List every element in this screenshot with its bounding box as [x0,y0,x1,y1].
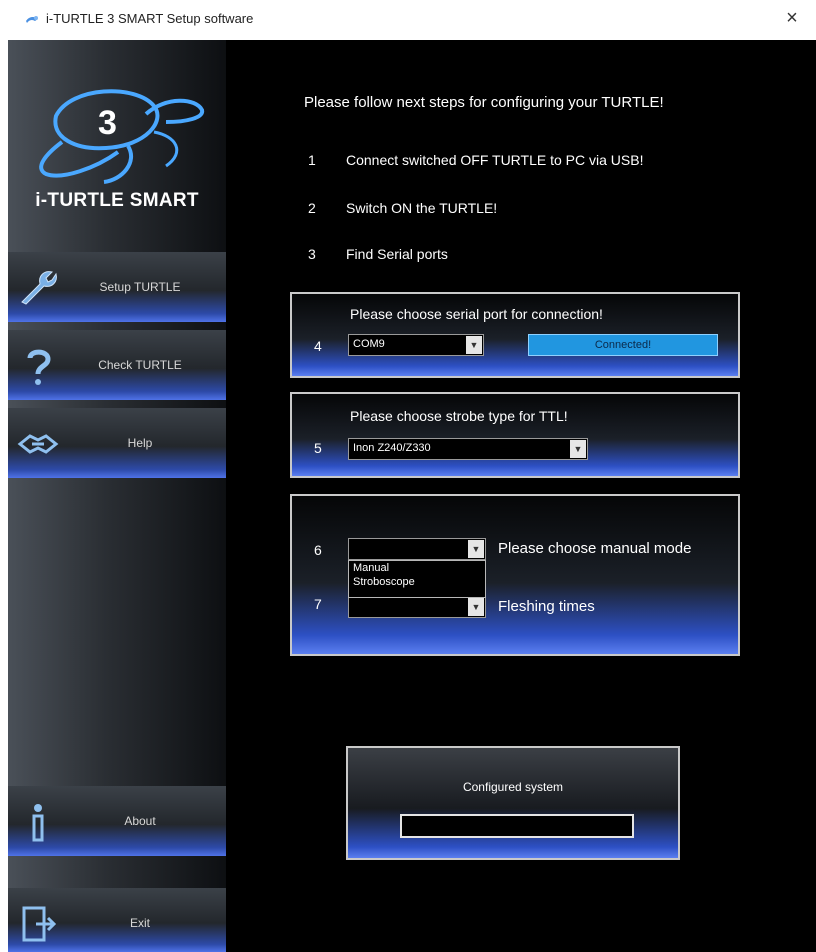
strobe-type-select[interactable]: Inon Z240/Z330 ▼ [348,438,588,460]
logo-digit: 3 [98,104,117,142]
sidebar-item-label: Setup TURTLE [99,280,181,294]
window-title: i-TURTLE 3 SMART Setup software [46,11,254,26]
manual-mode-dropdown: Manual Stroboscope [348,560,486,598]
step-text: Switch ON the TURTLE! [346,200,498,216]
manual-mode-label: Please choose manual mode [498,540,692,557]
step-1: 1 Connect switched OFF TURTLE to PC via U… [308,152,643,168]
strobe-type-panel: Please choose strobe type for TTL! 5 Ino… [290,392,740,478]
chevron-down-icon[interactable]: ▼ [468,540,484,558]
configured-system-panel: Configured system [346,746,680,860]
title-bar: i-TURTLE 3 SMART Setup software × [0,0,816,40]
sidebar-item-label: About [124,814,156,828]
manual-mode-select[interactable]: ▼ [348,538,486,560]
connection-status: Connected! [528,334,718,356]
strobe-type-title: Please choose strobe type for TTL! [350,408,568,424]
step-number: 5 [314,440,322,456]
manual-mode-panel: 6 ▼ Please choose manual mode Manual Str… [290,494,740,656]
sidebar-item-about[interactable]: About [8,786,226,856]
question-icon [27,349,51,385]
sidebar-item-check-turtle[interactable]: Check TURTLE [8,330,226,400]
step-number: 3 [308,246,316,262]
sidebar-item-label: Check TURTLE [98,358,182,372]
step-2: 2 Switch ON the TURTLE! [308,200,497,216]
sidebar: 3 i-TURTLE SMART Setup TURTLE Check TURT… [8,40,226,952]
turtle-logo-icon: 3 [39,89,205,184]
info-icon [32,804,44,842]
serial-port-select[interactable]: COM9 ▼ [348,334,484,356]
handshake-icon [17,434,59,454]
dropdown-option-stroboscope[interactable]: Stroboscope [349,575,485,589]
find-serial-ports-link[interactable]: Find Serial ports [346,246,448,262]
sidebar-item-label: Exit [129,916,150,930]
configured-system-title: Configured system [462,780,564,794]
sidebar-item-setup-turtle[interactable]: Setup TURTLE [8,252,226,322]
logo-text: i-TURTLE SMART [35,190,199,211]
step-number: 6 [314,542,322,558]
exit-door-icon [22,906,57,942]
strobe-type-value: Inon Z240/Z330 [353,442,431,454]
step-number: 1 [308,152,316,168]
step-number: 7 [314,596,322,612]
step-3[interactable]: 3 Find Serial ports [308,246,448,262]
flashing-times-select[interactable]: ▼ [348,596,486,618]
wrench-icon [21,271,57,305]
serial-port-panel: Please choose serial port for connection… [290,292,740,378]
configured-system-field [400,814,634,838]
sidebar-item-label: Help [127,436,153,450]
close-button[interactable]: × [780,6,804,30]
sidebar-item-help[interactable]: Help [8,408,226,478]
app-window: 3 i-TURTLE SMART Setup TURTLE Check TURT… [8,40,816,952]
serial-port-title: Please choose serial port for connection… [350,306,603,322]
sidebar-item-exit[interactable]: Exit [8,888,226,952]
step-text: Connect switched OFF TURTLE to PC via US… [346,152,644,168]
chevron-down-icon[interactable]: ▼ [466,336,482,354]
flashing-times-label: Fleshing times [498,598,595,615]
step-number: 4 [314,338,322,354]
chevron-down-icon[interactable]: ▼ [570,440,586,458]
instructions-heading: Please follow next steps for configuring… [304,94,664,111]
dropdown-option-manual[interactable]: Manual [349,561,485,575]
step-number: 2 [308,200,316,216]
serial-port-value: COM9 [353,338,385,350]
chevron-down-icon[interactable]: ▼ [468,598,484,616]
app-icon [26,16,38,23]
